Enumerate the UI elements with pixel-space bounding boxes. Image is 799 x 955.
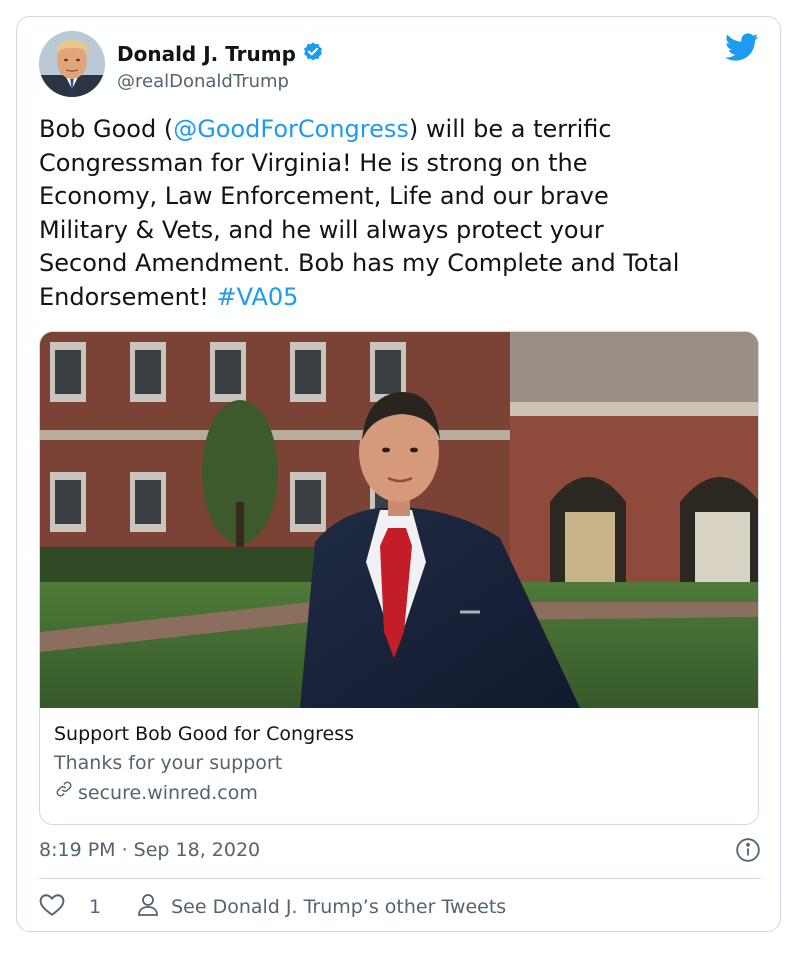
link-preview-title[interactable]: Support Bob Good for Congress [54,720,744,748]
verified-badge-icon [302,41,324,67]
link-preview-domain-row: secure.winred.com [54,778,744,808]
link-icon [54,778,74,808]
author-avatar[interactable] [39,31,105,97]
person-icon [137,893,159,922]
mention-link[interactable]: @GoodForCongress [173,115,409,143]
link-preview-meta: Support Bob Good for Congress Thanks for… [54,720,744,808]
link-preview-card[interactable]: Support Bob Good for Congress Thanks for… [39,331,759,825]
link-preview-image[interactable] [40,332,758,708]
author-display-name[interactable]: Donald J. Trump [117,42,296,66]
tweet-card: Donald J. Trump @realDonaldTrump Bob Goo… [16,16,781,932]
tweet-timestamp[interactable]: 8:19 PM · Sep 18, 2020 [39,839,260,861]
link-preview-description: Thanks for your support [54,752,283,774]
timestamp-row: 8:19 PM · Sep 18, 2020 [39,835,761,865]
tweet-text-part: Bob Good ( [39,115,174,143]
tweet-header: Donald J. Trump @realDonaldTrump [39,31,759,103]
like-action[interactable]: 1 [39,893,101,922]
hashtag-link[interactable]: #VA05 [216,283,298,311]
link-preview-domain: secure.winred.com [78,782,258,804]
actions-divider [39,878,761,879]
tweet-text: Bob Good (@GoodForCongress) will be a te… [39,113,759,315]
tweet-actions: 1 See Donald J. Trump’s other Tweets [39,890,506,924]
author-names: Donald J. Trump @realDonaldTrump [117,41,324,92]
like-count: 1 [89,896,102,918]
twitter-bird-icon[interactable] [725,33,759,63]
see-other-tweets-label[interactable]: See Donald J. Trump’s other Tweets [171,896,506,918]
tweet-text-part: ) will be a terrific Congressman for Vir… [39,115,680,311]
display-name-row: Donald J. Trump [117,41,324,67]
see-other-tweets-link[interactable]: See Donald J. Trump’s other Tweets [137,893,506,922]
heart-icon[interactable] [39,893,65,922]
author-handle[interactable]: @realDonaldTrump [117,71,324,92]
info-icon[interactable] [735,837,761,863]
